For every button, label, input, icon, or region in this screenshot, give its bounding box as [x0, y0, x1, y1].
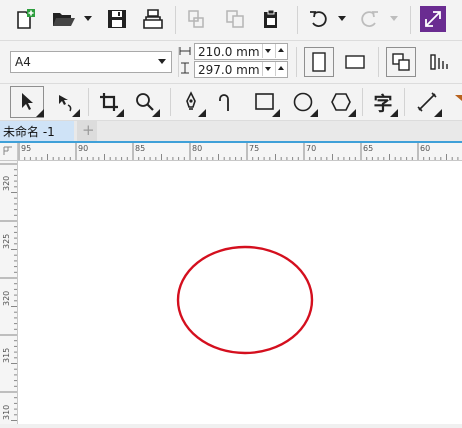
page-height-icon [178, 61, 192, 75]
pick-tool-flyout-icon[interactable] [36, 109, 44, 117]
ruler-label: 320 [2, 175, 11, 191]
page-size-select[interactable]: A4 [10, 51, 172, 73]
print-icon[interactable] [140, 6, 166, 32]
page-width-value: 210.0 mm [198, 45, 260, 59]
cut-icon[interactable] [184, 6, 208, 32]
ruler-label: 310 [2, 404, 11, 420]
ruler-label: 320 [2, 290, 11, 306]
toolbar-separator [296, 47, 297, 77]
page-height-down-spinner[interactable] [262, 62, 275, 76]
red-ellipse-shape[interactable] [176, 245, 314, 355]
page-width-up-spinner[interactable] [275, 44, 288, 58]
paste-icon[interactable] [258, 6, 284, 32]
ruler-label: 315 [2, 347, 11, 363]
new-document-icon[interactable] [12, 6, 38, 32]
page-height-value: 297.0 mm [198, 63, 260, 77]
toolbar-separator [170, 88, 171, 116]
portrait-orientation-icon[interactable] [304, 47, 334, 77]
ruler-label: 95 [21, 144, 32, 153]
crop-tool-flyout-icon[interactable] [116, 109, 124, 117]
current-page-icon[interactable] [424, 47, 454, 77]
app-launcher-icon[interactable] [420, 6, 446, 32]
dimension-tool-flyout-icon[interactable] [434, 109, 442, 117]
page-height-up-spinner[interactable] [275, 62, 288, 76]
add-document-tab-button[interactable]: + [77, 121, 97, 141]
freehand-tool-flyout-icon[interactable] [198, 109, 206, 117]
copy-icon[interactable] [222, 6, 248, 32]
zoom-tool-flyout-icon[interactable] [152, 109, 160, 117]
page-size-value: A4 [15, 55, 31, 69]
page-width-down-spinner[interactable] [262, 44, 275, 58]
undo-icon[interactable] [306, 6, 332, 32]
more-tools-icon[interactable] [452, 86, 462, 118]
ruler-label: 80 [192, 144, 203, 153]
ruler-label: 75 [249, 144, 260, 153]
toolbar-separator [378, 47, 379, 77]
ruler-label: 325 [2, 233, 11, 249]
page-width-icon [178, 44, 192, 58]
toolbar-separator [410, 6, 411, 34]
ruler-label: 65 [363, 144, 374, 153]
ruler-label: 90 [78, 144, 89, 153]
chevron-down-icon [158, 59, 166, 64]
ellipse-tool-flyout-icon[interactable] [310, 109, 318, 117]
toolbar-separator [175, 6, 176, 34]
vertical-ruler[interactable]: 320 325 320 315 310 [0, 161, 18, 424]
polygon-tool-flyout-icon[interactable] [348, 109, 356, 117]
shape-tool-flyout-icon[interactable] [72, 109, 80, 117]
drawing-canvas[interactable] [18, 161, 462, 424]
ruler-label: 70 [306, 144, 317, 153]
landscape-orientation-icon[interactable] [340, 47, 370, 77]
all-pages-icon[interactable] [386, 47, 416, 77]
toolbar-separator [88, 88, 89, 116]
open-folder-icon[interactable] [50, 6, 78, 32]
toolbar-separator [362, 88, 363, 116]
document-tab[interactable]: 未命名 -1 [0, 121, 74, 141]
toolbar-separator [404, 88, 405, 116]
artistic-media-tool-icon[interactable] [212, 86, 242, 118]
text-tool-flyout-icon[interactable] [390, 109, 398, 117]
add-tab-label: + [82, 121, 95, 139]
horizontal-ruler[interactable]: 95 90 85 80 75 70 65 60 [18, 143, 462, 161]
canvas-drawing [176, 245, 314, 355]
redo-dropdown-icon[interactable] [390, 16, 398, 21]
ruler-label: 85 [135, 144, 146, 153]
toolbar-separator [297, 6, 298, 34]
open-dropdown-icon[interactable] [84, 16, 92, 21]
rectangle-tool-flyout-icon[interactable] [272, 109, 280, 117]
redo-icon[interactable] [356, 6, 382, 32]
ruler-label: 60 [420, 144, 431, 153]
document-tab-title: 未命名 -1 [3, 125, 55, 139]
undo-dropdown-icon[interactable] [338, 16, 346, 21]
ruler-origin[interactable] [0, 143, 18, 161]
save-icon[interactable] [104, 6, 130, 32]
ruler-origin-icon [3, 146, 12, 155]
